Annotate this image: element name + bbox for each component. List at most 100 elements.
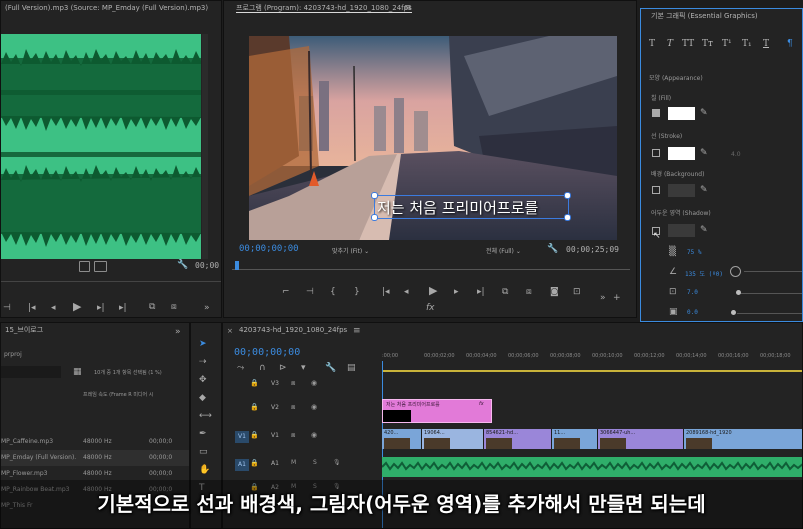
eyedropper-icon[interactable]: ✎ xyxy=(700,108,708,118)
more-icon[interactable]: » xyxy=(600,293,606,303)
add-marker-icon[interactable]: ▾ xyxy=(301,363,306,373)
go-to-out-icon[interactable]: ▸| xyxy=(119,303,127,313)
film-icon[interactable] xyxy=(79,261,90,272)
project-search-input[interactable] xyxy=(1,366,61,378)
underline-icon[interactable]: T xyxy=(763,39,769,49)
source-scrubber[interactable] xyxy=(1,281,221,282)
track-target-toggle[interactable] xyxy=(235,379,249,391)
v1-video-clip[interactable]: 2089168-hd_1920 xyxy=(684,429,802,449)
shadow-color-swatch[interactable] xyxy=(668,224,695,237)
insert-icon[interactable]: ⧉ xyxy=(149,302,155,312)
sync-lock-icon[interactable]: ⧈ xyxy=(291,379,295,388)
distance-slider-knob[interactable] xyxy=(736,290,741,295)
mark-in-icon[interactable]: ⊣ xyxy=(3,303,11,313)
mute-button[interactable]: M xyxy=(291,459,296,466)
pen-icon[interactable]: ✒ xyxy=(199,429,207,439)
caption-handle-tr[interactable] xyxy=(564,192,571,199)
caption-text-box[interactable]: 저는 처음 프리미어프로를 xyxy=(374,195,569,219)
angle-dial[interactable] xyxy=(730,266,741,277)
fit-dropdown[interactable]: 맞추기 (Fit) ⌄ xyxy=(332,246,369,255)
eye-icon[interactable]: ◉ xyxy=(311,403,317,411)
italic-icon[interactable]: T xyxy=(667,39,673,49)
linked-selection-icon[interactable]: ⊳ xyxy=(279,363,287,373)
distance-slider[interactable] xyxy=(737,293,802,294)
lock-icon[interactable]: 🔒 xyxy=(250,379,259,387)
step-forward-icon[interactable]: ▸ xyxy=(454,287,459,297)
nest-icon[interactable]: ⤳ xyxy=(237,363,244,373)
a1-audio-clip[interactable] xyxy=(382,457,802,477)
export-icon[interactable] xyxy=(94,261,107,272)
v1-video-clip[interactable]: 854621-hd... xyxy=(484,429,552,449)
more-icon[interactable]: » xyxy=(175,327,181,337)
extract-icon[interactable]: ⧈ xyxy=(526,287,532,297)
lock-icon[interactable]: 🔒 xyxy=(250,403,259,411)
playhead-marker[interactable] xyxy=(235,261,239,270)
v1-video-clip[interactable]: 11... xyxy=(552,429,598,449)
camera-icon[interactable]: ◙ xyxy=(550,287,559,297)
overwrite-icon[interactable]: ⧈ xyxy=(171,302,177,312)
wrench-icon[interactable]: 🔧 xyxy=(547,244,558,254)
lift-icon[interactable]: ⧉ xyxy=(502,287,508,297)
sync-lock-icon[interactable]: ⧈ xyxy=(291,403,295,412)
selection-tool-icon[interactable]: ➤ xyxy=(199,339,207,349)
shadow-distance-value[interactable]: 7.0 xyxy=(687,289,698,296)
play-icon[interactable]: ▶ xyxy=(429,285,437,296)
go-to-in-icon[interactable]: |◂ xyxy=(382,287,390,297)
wrench-icon[interactable]: 🔧 xyxy=(177,260,188,270)
v1-video-clip[interactable]: 3066447-uh... xyxy=(598,429,684,449)
new-bin-icon[interactable]: ▦ xyxy=(73,367,82,377)
stroke-checkbox[interactable] xyxy=(652,149,660,157)
snap-icon[interactable]: ∩ xyxy=(259,363,266,373)
v2-title-clip[interactable]: 저는 처음 프리미어프로를 fx xyxy=(382,399,492,423)
close-icon[interactable]: × xyxy=(227,326,233,336)
solo-button[interactable]: S xyxy=(313,459,317,466)
caption-handle-bl[interactable] xyxy=(371,214,378,221)
step-back-icon[interactable]: ◂ xyxy=(404,287,409,297)
v1-video-clip[interactable]: 19064... xyxy=(422,429,484,449)
sequence-tab[interactable]: 4203743-hd_1920_1080_24fps xyxy=(235,323,802,338)
source-scroll-handle[interactable] xyxy=(202,34,208,259)
track-target-toggle[interactable] xyxy=(235,403,249,415)
project-file-row[interactable]: MP_Emday (Full Version). 48000 Hz 00;00;0 xyxy=(1,450,189,466)
step-forward-icon[interactable]: ▸| xyxy=(97,303,105,313)
small-caps-icon[interactable]: Tт xyxy=(702,39,713,49)
timeline-timecode[interactable]: 00;00;00;00 xyxy=(234,347,300,358)
add-button-icon[interactable]: + xyxy=(613,293,621,303)
project-file-row[interactable]: MP_Caffeine.mp3 48000 Hz 00;00;0 xyxy=(1,434,189,450)
razor-icon[interactable]: ◆ xyxy=(199,393,206,403)
eyedropper-icon[interactable]: ✎ xyxy=(700,185,708,195)
caption-handle-br[interactable] xyxy=(564,214,571,221)
work-area-bar[interactable] xyxy=(382,370,802,372)
lock-icon[interactable]: 🔒 xyxy=(250,459,259,467)
shadow-opacity-value[interactable]: 75 % xyxy=(687,249,701,256)
settings-icon[interactable]: 🔧 xyxy=(325,363,336,373)
play-icon[interactable]: ▶ xyxy=(73,301,81,312)
hand-tool-icon[interactable]: ✋ xyxy=(199,465,210,475)
captions-icon[interactable]: ▤ xyxy=(347,363,356,373)
go-to-out-icon[interactable]: ▸| xyxy=(477,287,485,297)
program-video-frame[interactable]: 저는 처음 프리미어프로를 xyxy=(249,36,617,240)
caption-handle-tl[interactable] xyxy=(371,192,378,199)
background-color-swatch[interactable] xyxy=(668,184,695,197)
time-ruler[interactable]: :00;00 00;00;02;00 00;00;04;00 00;00;06;00 0… xyxy=(382,353,802,367)
size-slider[interactable] xyxy=(737,313,802,314)
bold-icon[interactable]: T xyxy=(649,39,655,49)
stroke-value[interactable]: 4.0 xyxy=(731,151,741,158)
step-back-icon[interactable]: ◂ xyxy=(51,303,56,313)
mark-in-icon[interactable]: ⊣ xyxy=(306,287,314,297)
eye-icon[interactable]: ◉ xyxy=(311,379,317,387)
ripple-edit-icon[interactable]: ✥ xyxy=(199,375,207,385)
go-to-in-icon[interactable]: |◂ xyxy=(28,303,36,313)
rectangle-tool-icon[interactable]: ▭ xyxy=(199,447,208,457)
all-caps-icon[interactable]: TT xyxy=(682,39,694,49)
slip-icon[interactable]: ⟷ xyxy=(199,411,212,421)
add-button-icon[interactable]: » xyxy=(204,303,210,313)
microphone-icon[interactable]: 🎙 xyxy=(333,459,341,466)
fill-color-swatch[interactable] xyxy=(668,107,695,120)
add-marker-icon[interactable]: ⌐ xyxy=(282,287,290,297)
background-checkbox[interactable] xyxy=(652,186,660,194)
subscript-icon[interactable]: T₁ xyxy=(742,39,752,49)
shadow-angle-value[interactable]: 135 도 (º0) xyxy=(685,269,723,278)
superscript-icon[interactable]: T¹ xyxy=(722,39,732,49)
eyedropper-icon[interactable]: ✎ xyxy=(700,148,708,158)
